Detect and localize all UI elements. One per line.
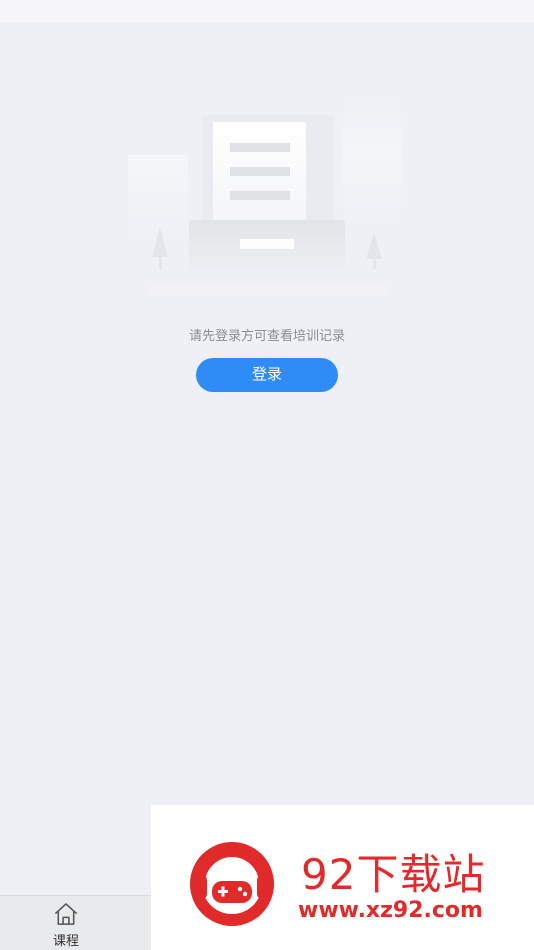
login-button[interactable]: 登录	[196, 358, 338, 392]
empty-state-message: 请先登录方可查看培训记录	[188, 329, 345, 344]
empty-records-illustration	[128, 85, 401, 295]
watermark-title: 92下载站	[301, 850, 486, 899]
watermark-overlay: 92下载站 www.xz92.com	[151, 805, 534, 950]
bottom-tab-bar: 课程	[0, 895, 151, 950]
tab-courses[interactable]: 课程	[36, 901, 96, 949]
tab-courses-label: 课程	[52, 934, 79, 949]
status-bar	[0, 0, 534, 22]
watermark-url: www.xz92.com	[298, 898, 483, 923]
home-icon	[54, 903, 78, 925]
gamepad-logo	[190, 842, 274, 926]
